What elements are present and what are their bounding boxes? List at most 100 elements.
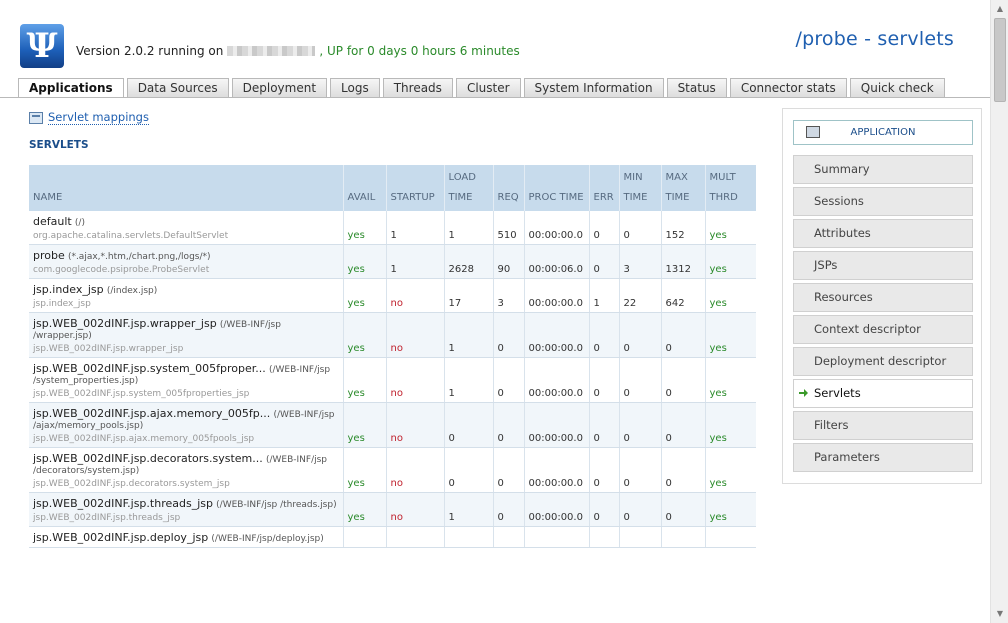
table-row: jsp.WEB_002dINF.jsp.threads_jsp (/WEB-IN… xyxy=(29,492,756,527)
cell-startup: 1 xyxy=(386,211,445,245)
tab-logs[interactable]: Logs xyxy=(330,78,380,97)
tab-divider xyxy=(0,97,990,98)
main-tabs: Applications Data Sources Deployment Logs Th… xyxy=(18,78,945,98)
cell-min: 0 xyxy=(619,447,662,493)
sidebar-item-resources[interactable]: Resources xyxy=(793,283,973,312)
column-header-load-time[interactable]: LOAD TIME xyxy=(444,165,494,211)
cell-load xyxy=(444,526,494,548)
column-header-err[interactable]: ERR xyxy=(589,165,620,211)
column-header-max-time[interactable]: MAX TIME xyxy=(661,165,706,211)
cell-req: 510 xyxy=(493,211,525,245)
tab-status[interactable]: Status xyxy=(666,78,727,97)
servlet-name[interactable]: jsp.WEB_002dINF.jsp.threads_jsp xyxy=(33,497,213,510)
sidebar-item-filters[interactable]: Filters xyxy=(793,411,973,440)
sidebar-item-deployment-descriptor[interactable]: Deployment descriptor xyxy=(793,347,973,376)
sidebar-item-context-descriptor[interactable]: Context descriptor xyxy=(793,315,973,344)
table-row: jsp.WEB_002dINF.jsp.system_005fproper...… xyxy=(29,357,756,403)
cell-startup: no xyxy=(386,402,445,448)
column-header-name[interactable]: NAME xyxy=(29,165,344,211)
cell-startup: no xyxy=(386,278,445,313)
cell-proc: 00:00:06.0 xyxy=(524,244,590,279)
page-header: Ψ Version 2.0.2 running on , UP for 0 day… xyxy=(0,0,990,76)
cell-min: 0 xyxy=(619,357,662,403)
psi-probe-logo[interactable]: Ψ xyxy=(20,24,64,68)
sidebar-item-sessions[interactable]: Sessions xyxy=(793,187,973,216)
application-header-button[interactable]: APPLICATION xyxy=(793,120,973,145)
cell-err: 0 xyxy=(589,312,620,358)
sidebar-item-jsps[interactable]: JSPs xyxy=(793,251,973,280)
servlet-name-cell: jsp.WEB_002dINF.jsp.wrapper_jsp (/WEB-IN… xyxy=(29,312,344,358)
mappings-icon xyxy=(29,111,43,124)
table-row: jsp.index_jsp (/index.jsp) jsp.index_jsp y… xyxy=(29,278,756,313)
servlet-mappings-link[interactable]: Servlet mappings xyxy=(29,110,149,125)
cell-avail: yes xyxy=(343,447,387,493)
cell-startup: no xyxy=(386,357,445,403)
cell-mult: yes xyxy=(705,312,756,358)
sidebar-item-parameters[interactable]: Parameters xyxy=(793,443,973,472)
cell-load: 1 xyxy=(444,211,494,245)
sidebar-item-summary[interactable]: Summary xyxy=(793,155,973,184)
sidebar-item-servlets[interactable]: Servlets xyxy=(793,379,973,408)
servlet-name[interactable]: jsp.WEB_002dINF.jsp.wrapper_jsp xyxy=(33,317,217,330)
cell-mult: yes xyxy=(705,278,756,313)
servlet-class: jsp.WEB_002dINF.jsp.system_005fpropertie… xyxy=(33,389,250,399)
cell-max: 0 xyxy=(661,492,706,527)
cell-proc: 00:00:00.0 xyxy=(524,447,590,493)
cell-load: 1 xyxy=(444,492,494,527)
cell-proc xyxy=(524,526,590,548)
sidebar-item-label: Parameters xyxy=(814,450,880,464)
cell-startup: no xyxy=(386,492,445,527)
column-header-startup[interactable]: STARTUP xyxy=(386,165,445,211)
column-header-min-time[interactable]: MIN TIME xyxy=(619,165,662,211)
tab-quick-check[interactable]: Quick check xyxy=(849,78,945,97)
servlet-name[interactable]: default xyxy=(33,215,72,228)
cell-load: 0 xyxy=(444,447,494,493)
vertical-scrollbar[interactable]: ▲ ▼ xyxy=(990,0,1008,623)
column-header-req[interactable]: REQ xyxy=(493,165,525,211)
version-text: Version 2.0.2 running on xyxy=(76,44,224,58)
cell-max: 1312 xyxy=(661,244,706,279)
cell-err: 0 xyxy=(589,492,620,527)
sidebar-item-label: JSPs xyxy=(814,258,838,272)
tab-data-sources[interactable]: Data Sources xyxy=(126,78,229,97)
redacted-hostname xyxy=(227,46,316,56)
servlet-class: jsp.WEB_002dINF.jsp.threads_jsp xyxy=(33,513,181,523)
cell-req: 0 xyxy=(493,447,525,493)
cell-req xyxy=(493,526,525,548)
cell-avail: yes xyxy=(343,278,387,313)
scroll-down-arrow-icon[interactable]: ▼ xyxy=(993,607,1007,621)
servlet-name[interactable]: probe xyxy=(33,249,65,262)
cell-proc: 00:00:00.0 xyxy=(524,357,590,403)
cell-startup: no xyxy=(386,312,445,358)
servlet-name[interactable]: jsp.WEB_002dINF.jsp.ajax.memory_005fp... xyxy=(33,407,270,420)
table-row: probe (*.ajax,*.htm,/chart.png,/logs/*) c… xyxy=(29,244,756,279)
sidebar-item-attributes[interactable]: Attributes xyxy=(793,219,973,248)
tab-system-information[interactable]: System Information xyxy=(523,78,664,97)
cell-mult: yes xyxy=(705,447,756,493)
servlet-mapping: (/WEB-INF/jsp /threads.jsp) xyxy=(216,500,337,510)
cell-mult: yes xyxy=(705,357,756,403)
column-header-mult-thrd[interactable]: MULT THRD xyxy=(705,165,756,211)
uptime-text: , UP for 0 days 0 hours 6 minutes xyxy=(319,44,520,58)
cell-min: 0 xyxy=(619,402,662,448)
cell-avail: yes xyxy=(343,211,387,245)
tab-threads[interactable]: Threads xyxy=(382,78,453,97)
tab-deployment[interactable]: Deployment xyxy=(231,78,328,97)
table-row: jsp.WEB_002dINF.jsp.decorators.system...… xyxy=(29,447,756,493)
column-header-avail[interactable]: AVAIL xyxy=(343,165,387,211)
servlet-name[interactable]: jsp.WEB_002dINF.jsp.decorators.system... xyxy=(33,452,263,465)
scrollbar-thumb[interactable] xyxy=(994,18,1006,102)
servlet-name-cell: probe (*.ajax,*.htm,/chart.png,/logs/*) c… xyxy=(29,244,344,279)
column-header-proc-time[interactable]: PROC TIME xyxy=(524,165,590,211)
cell-mult xyxy=(705,526,756,548)
servlet-name[interactable]: jsp.index_jsp xyxy=(33,283,104,296)
tab-applications[interactable]: Applications xyxy=(18,78,124,98)
cell-err: 0 xyxy=(589,211,620,245)
tab-connector-stats[interactable]: Connector stats xyxy=(729,78,847,97)
servlet-name[interactable]: jsp.WEB_002dINF.jsp.system_005fproper... xyxy=(33,362,266,375)
scroll-up-arrow-icon[interactable]: ▲ xyxy=(993,2,1007,16)
cell-avail: yes xyxy=(343,492,387,527)
servlet-name[interactable]: jsp.WEB_002dINF.jsp.deploy_jsp xyxy=(33,531,208,544)
tab-cluster[interactable]: Cluster xyxy=(455,78,521,97)
servlet-mappings-label[interactable]: Servlet mappings xyxy=(48,110,149,125)
